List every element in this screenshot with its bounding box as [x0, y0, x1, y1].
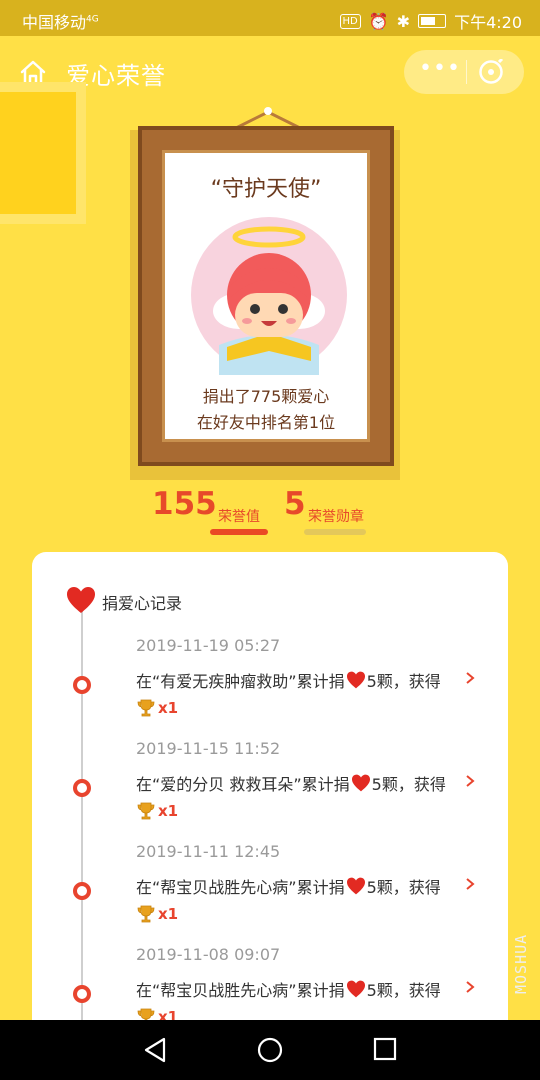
reward-count: x1 — [158, 905, 179, 923]
timeline-dot — [73, 882, 91, 900]
record-item[interactable]: 2019-11-15 11:52 在“爱的分贝 救救耳朵”累计捐 5颗，获得 x… — [32, 739, 508, 843]
timeline-dot — [73, 985, 91, 1003]
record-project-text: 在“帮宝贝战胜先心病”累计捐 — [136, 981, 345, 1000]
chevron-right-icon[interactable] — [464, 670, 476, 686]
angel-avatar — [191, 217, 347, 375]
record-amount-text: 5颗，获得 — [366, 981, 441, 1000]
honor-points-label[interactable]: 荣誉值 — [218, 506, 260, 526]
home-nav-icon[interactable] — [256, 1036, 284, 1064]
honor-title: “守护天使” — [210, 177, 322, 202]
record-amount-text: 5颗，获得 — [371, 775, 446, 794]
back-icon[interactable] — [142, 1036, 168, 1064]
chevron-right-icon[interactable] — [464, 773, 476, 789]
record-project-text: 在“有爱无疾肿瘤救助”累计捐 — [136, 672, 345, 691]
frame-nail — [264, 107, 272, 115]
record-description: 在“帮宝贝战胜先心病”累计捐 5颗，获得 — [136, 977, 441, 1001]
heart-icon — [67, 587, 95, 613]
records-title: 捐爱心记录 — [102, 594, 183, 613]
record-date: 2019-11-08 09:07 — [136, 945, 281, 964]
record-date: 2019-11-11 12:45 — [136, 842, 281, 861]
record-amount-text: 5颗，获得 — [366, 878, 441, 897]
watermark-text: MOSHUA — [512, 933, 530, 994]
record-description: 在“爱的分贝 救救耳朵”累计捐 5颗，获得 — [136, 771, 446, 795]
medal-count-underline — [304, 529, 366, 535]
frame-hanging-wire — [235, 110, 301, 130]
trophy-icon — [137, 802, 155, 820]
medal-count-label[interactable]: 荣誉勋章 — [308, 506, 364, 526]
record-date: 2019-11-15 11:52 — [136, 739, 281, 758]
donation-records-card: 捐爱心记录 2019-11-19 05:27 在“有爱无疾肿瘤救助”累计捐 5颗… — [32, 552, 508, 1072]
system-navigation-bar — [0, 1020, 540, 1080]
trophy-icon — [137, 905, 155, 923]
chevron-right-icon[interactable] — [464, 876, 476, 892]
record-project-text: 在“爱的分贝 救救耳朵”累计捐 — [136, 775, 350, 794]
donation-count-text: 捐出了775颗爱心 — [202, 387, 330, 406]
chevron-right-icon[interactable] — [464, 979, 476, 995]
timeline-dot — [73, 676, 91, 694]
heart-icon — [346, 877, 365, 895]
record-item[interactable]: 2019-11-11 12:45 在“帮宝贝战胜先心病”累计捐 5颗，获得 x1 — [32, 842, 508, 946]
timeline-dot — [73, 779, 91, 797]
heart-icon — [351, 774, 370, 792]
record-project-text: 在“帮宝贝战胜先心病”累计捐 — [136, 878, 345, 897]
trophy-icon — [137, 699, 155, 717]
record-reward: x1 — [136, 698, 178, 718]
reward-count: x1 — [158, 699, 179, 717]
record-item[interactable]: 2019-11-19 05:27 在“有爱无疾肿瘤救助”累计捐 5颗，获得 x1 — [32, 636, 508, 740]
heart-icon — [346, 980, 365, 998]
record-date: 2019-11-19 05:27 — [136, 636, 281, 655]
medal-count-value[interactable]: 5 — [284, 486, 306, 522]
record-reward: x1 — [136, 801, 178, 821]
recent-apps-icon[interactable] — [372, 1036, 398, 1062]
honor-frame: “守护天使” 捐出了775颗爱心 在好友中排名第1位 — [138, 126, 394, 466]
heart-icon — [346, 671, 365, 689]
honor-points-value[interactable]: 155 — [152, 486, 217, 522]
record-description: 在“帮宝贝战胜先心病”累计捐 5颗，获得 — [136, 874, 441, 898]
ranking-text: 在好友中排名第1位 — [196, 413, 336, 432]
record-description: 在“有爱无疾肿瘤救助”累计捐 5颗，获得 — [136, 668, 441, 692]
honor-points-underline — [210, 529, 268, 535]
record-amount-text: 5颗，获得 — [366, 672, 441, 691]
reward-count: x1 — [158, 802, 179, 820]
record-reward: x1 — [136, 904, 178, 924]
honor-certificate: “守护天使” 捐出了775颗爱心 在好友中排名第1位 — [162, 150, 370, 442]
